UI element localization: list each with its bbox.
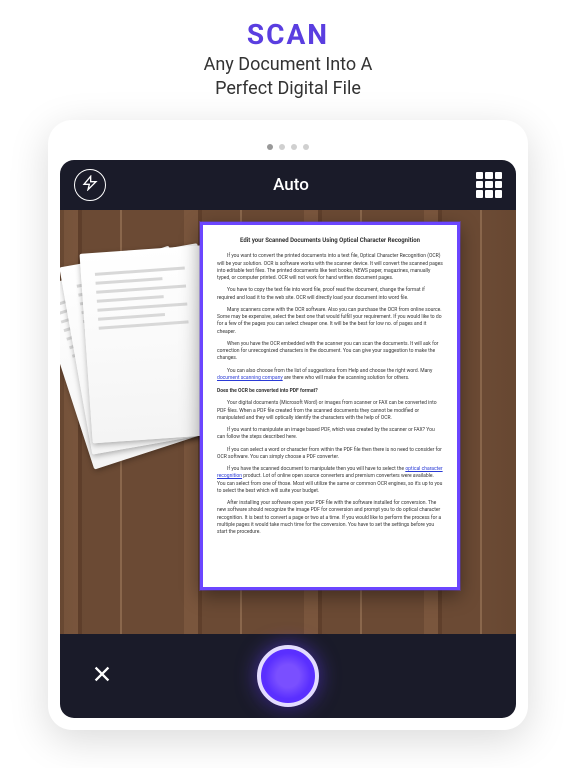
document-paragraph: Your digital documents (Microsoft Word) … xyxy=(217,400,443,422)
grid-icon xyxy=(476,172,483,179)
document-title: Edit your Scanned Documents Using Optica… xyxy=(217,237,443,246)
camera-top-bar: Auto xyxy=(60,160,516,210)
flash-button[interactable] xyxy=(74,169,106,201)
document-heading: Does the OCR be converted into PDF forma… xyxy=(217,388,443,395)
shutter-button[interactable] xyxy=(257,645,319,707)
document-paragraph: Many scanners come with the OCR software… xyxy=(217,307,443,336)
promo-header: SCAN Any Document Into A Perfect Digital… xyxy=(0,0,576,110)
tablet-camera-dots xyxy=(267,144,309,150)
document-paragraph: After installing your software open your… xyxy=(217,500,443,536)
close-icon xyxy=(91,663,113,689)
flash-icon xyxy=(82,175,98,195)
document-paragraph: If you can select a word or character fr… xyxy=(217,447,443,462)
camera-bottom-bar xyxy=(60,634,516,718)
document-paragraph: If you want to manipulate an image based… xyxy=(217,427,443,442)
document-paragraph: If you want to convert the printed docum… xyxy=(217,253,443,282)
document-paragraph: When you have the OCR embedded with the … xyxy=(217,341,443,363)
close-button[interactable] xyxy=(88,662,116,690)
document-paragraph: You can also choose from the list of sug… xyxy=(217,368,443,383)
tablet-frame: Auto Edit your Scanned Documents Using O… xyxy=(48,120,528,730)
detected-document-frame: Edit your Scanned Documents Using Optica… xyxy=(200,222,460,590)
camera-viewfinder[interactable]: Edit your Scanned Documents Using Optica… xyxy=(60,210,516,634)
document-link: document scanning company xyxy=(217,375,283,381)
capture-mode-label[interactable]: Auto xyxy=(273,175,309,195)
app-screen: Auto Edit your Scanned Documents Using O… xyxy=(60,160,516,718)
grid-toggle-button[interactable] xyxy=(476,172,502,198)
promo-subtitle-line2: Perfect Digital File xyxy=(0,77,576,101)
promo-subtitle: Any Document Into A Perfect Digital File xyxy=(0,53,576,102)
document-paragraph: You have to copy the text file into word… xyxy=(217,287,443,302)
promo-title: SCAN xyxy=(0,18,576,51)
promo-subtitle-line1: Any Document Into A xyxy=(0,53,576,77)
document-paragraph: If you have the scanned document to mani… xyxy=(217,466,443,495)
